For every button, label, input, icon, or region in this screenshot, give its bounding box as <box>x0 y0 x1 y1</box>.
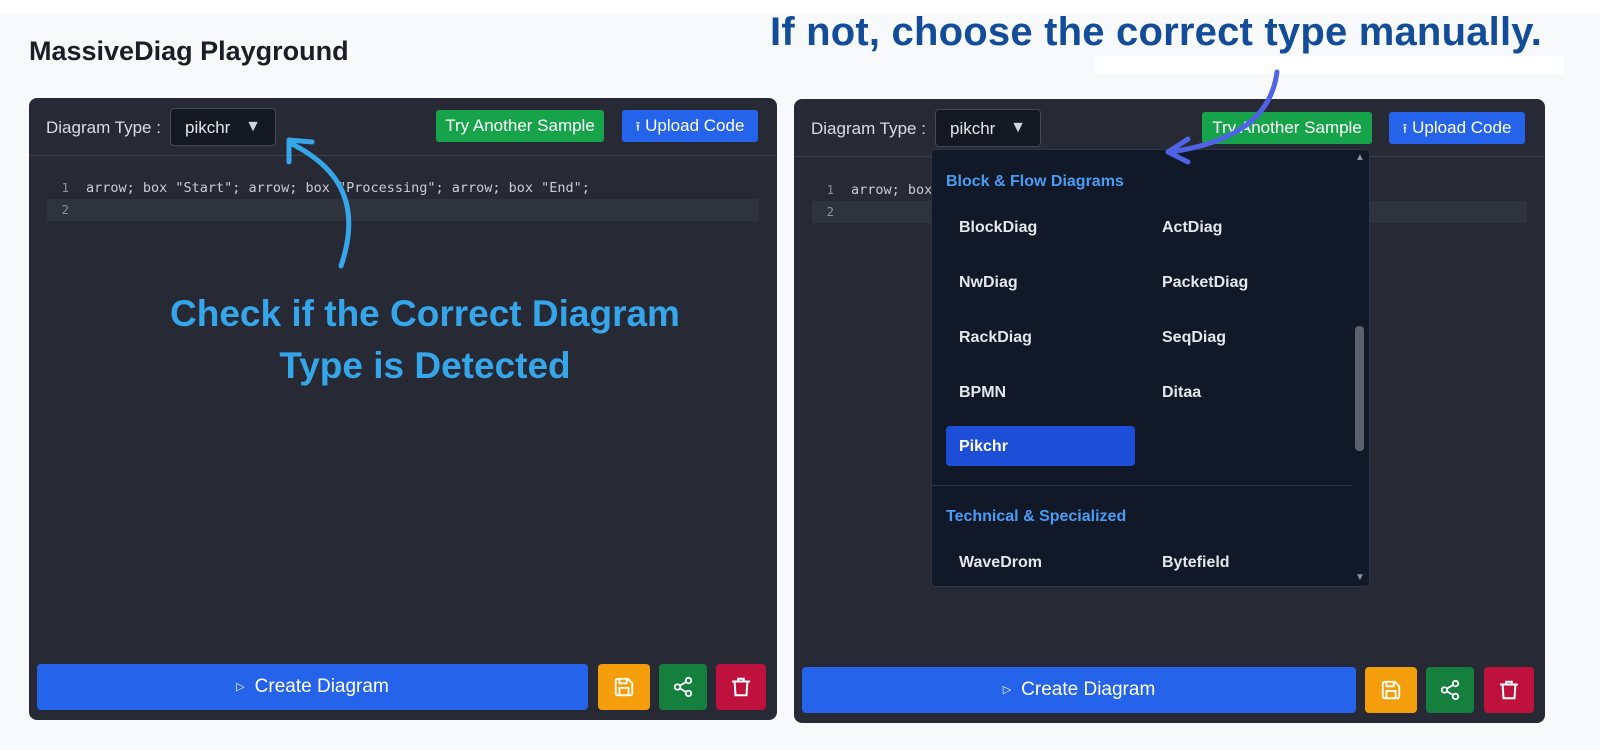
annotation-arrows <box>286 69 1280 269</box>
arrow-to-type-select-icon <box>286 137 352 269</box>
arrow-to-dropdown-icon <box>1165 69 1280 165</box>
